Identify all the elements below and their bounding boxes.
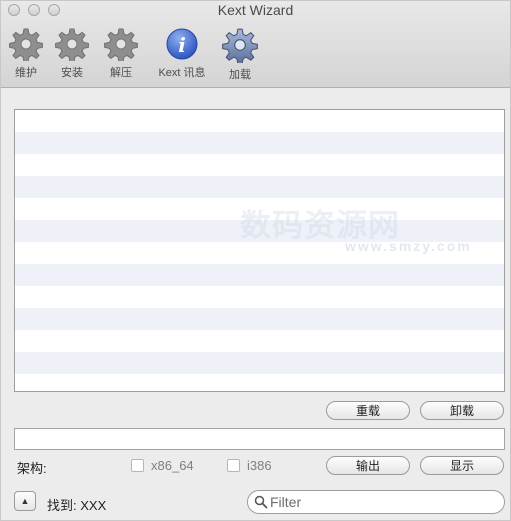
- list-row[interactable]: [15, 352, 504, 374]
- window-title: Kext Wizard: [217, 2, 294, 18]
- toolbar-label: 安装: [61, 67, 83, 79]
- toolbar-item-extract[interactable]: 解压: [96, 27, 146, 80]
- title-toolbar: Kext Wizard 维护 安装 解压 i Kext 讯息 加载: [1, 1, 510, 88]
- gear-icon: [1, 27, 51, 61]
- search-input[interactable]: [270, 493, 495, 511]
- info-icon: i: [153, 27, 211, 61]
- list-row[interactable]: [15, 330, 504, 352]
- x86-64-label: x86_64: [151, 458, 194, 473]
- list-row[interactable]: [15, 264, 504, 286]
- toolbar-item-load[interactable]: 加载: [215, 27, 265, 82]
- gear-icon: [215, 27, 265, 63]
- show-button[interactable]: 显示: [420, 456, 504, 475]
- export-button[interactable]: 输出: [326, 456, 410, 475]
- list-row[interactable]: [15, 132, 504, 154]
- path-field[interactable]: [14, 428, 505, 450]
- toolbar-item-install[interactable]: 安装: [47, 27, 97, 80]
- list-row[interactable]: [15, 176, 504, 198]
- toolbar-label: 解压: [110, 67, 132, 79]
- unload-button[interactable]: 卸载: [420, 401, 504, 420]
- toolbar-item-maintenance[interactable]: 维护: [1, 27, 51, 80]
- list-row[interactable]: [15, 374, 504, 391]
- toolbar-item-kext-info[interactable]: i Kext 讯息: [153, 27, 211, 80]
- x86-64-checkbox[interactable]: [131, 459, 144, 472]
- reload-button[interactable]: 重载: [326, 401, 410, 420]
- gear-icon: [96, 27, 146, 61]
- kext-wizard-window: Kext Wizard 维护 安装 解压 i Kext 讯息 加载 数码资源网 …: [0, 0, 511, 521]
- list-row[interactable]: [15, 308, 504, 330]
- found-count: 找到: XXX: [47, 498, 107, 513]
- filter-search-field[interactable]: [247, 490, 505, 514]
- i386-label: i386: [247, 458, 272, 473]
- search-icon: [254, 495, 268, 514]
- list-row[interactable]: [15, 110, 504, 132]
- disclosure-toggle[interactable]: ▲: [14, 491, 36, 511]
- toolbar-label: 维护: [15, 67, 37, 79]
- i386-checkbox[interactable]: [227, 459, 240, 472]
- triangle-up-icon: ▲: [20, 496, 30, 506]
- list-row[interactable]: [15, 154, 504, 176]
- arch-label: 架构:: [17, 461, 47, 476]
- toolbar-label: 加载: [229, 69, 251, 81]
- gear-icon: [47, 27, 97, 61]
- watermark-url: www.smzy.com: [345, 238, 472, 254]
- kext-list[interactable]: 数码资源网 www.smzy.com: [14, 109, 505, 392]
- toolbar-label: Kext 讯息: [158, 67, 206, 79]
- list-row[interactable]: [15, 286, 504, 308]
- svg-text:i: i: [178, 33, 186, 57]
